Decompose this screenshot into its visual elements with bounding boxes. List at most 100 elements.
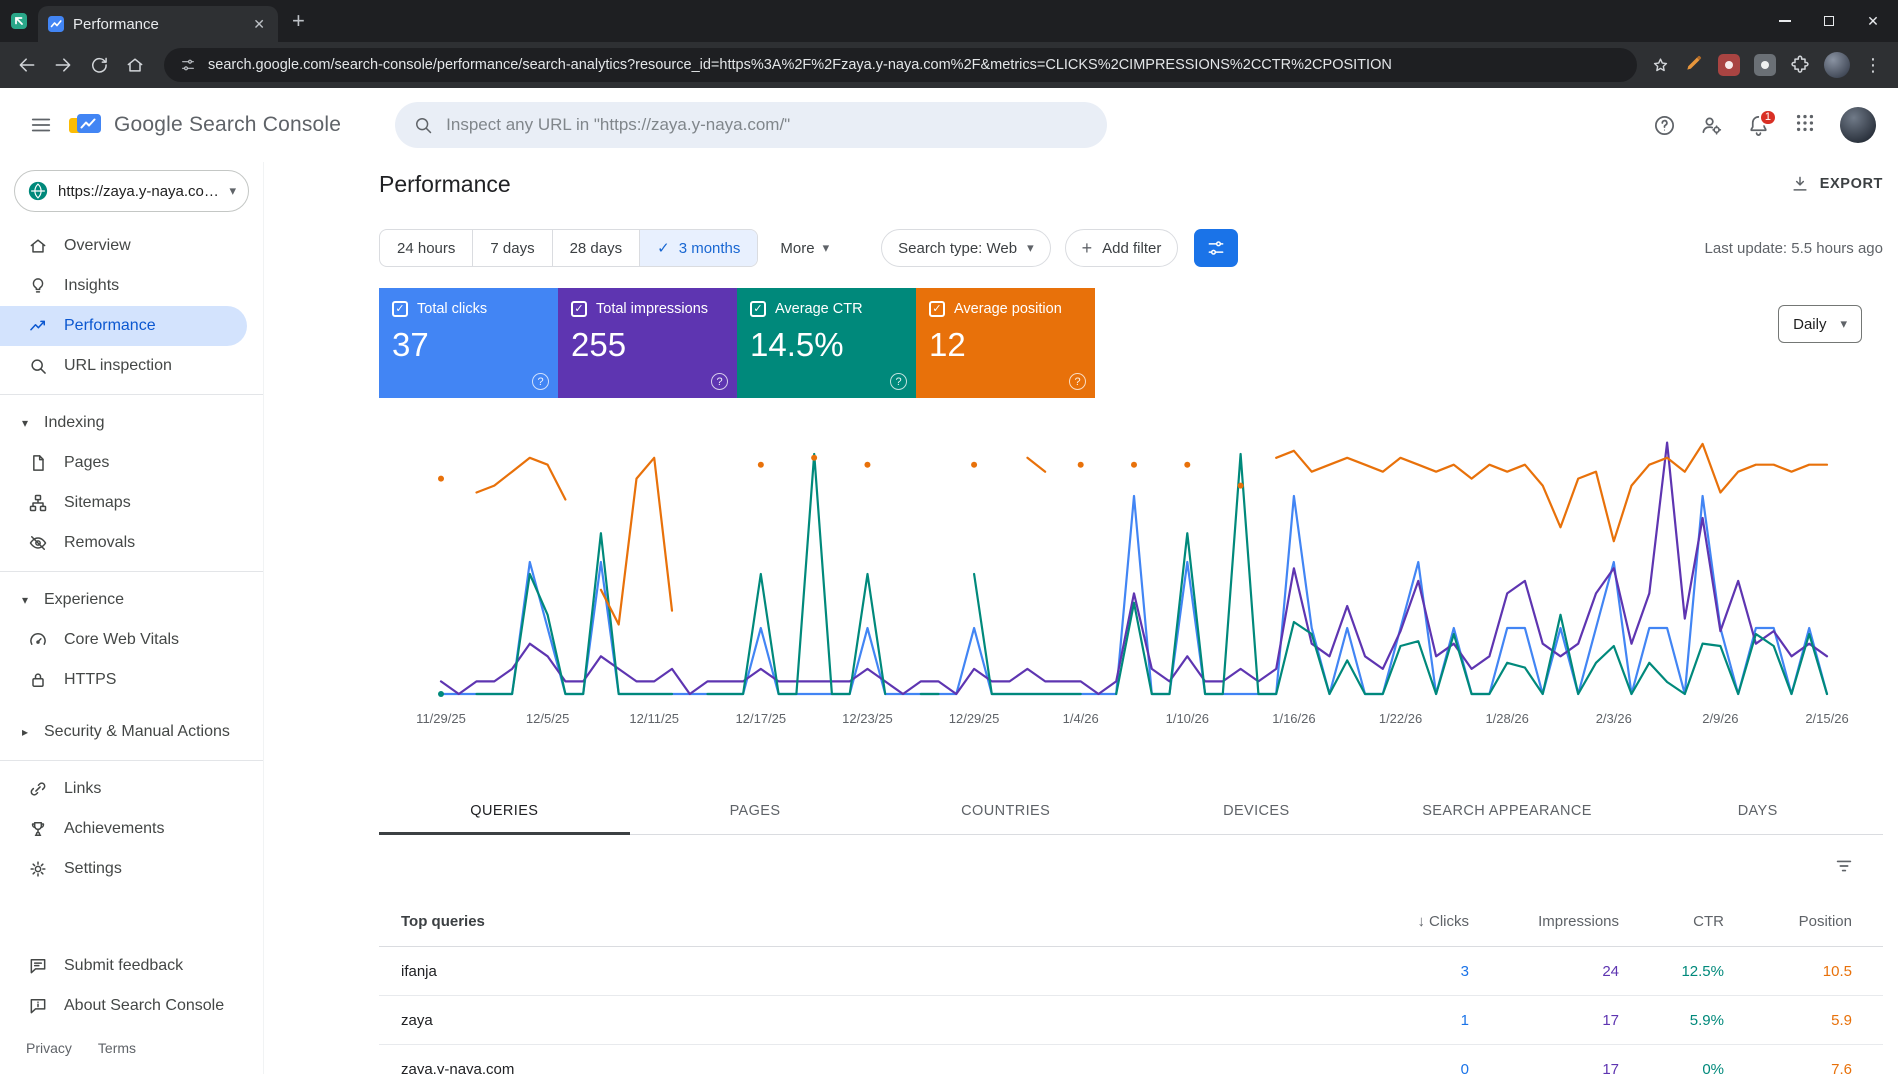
chart-point <box>971 461 978 468</box>
notifications-bell-icon[interactable]: 1 <box>1747 108 1777 137</box>
help-icon[interactable] <box>1653 114 1676 137</box>
column-position[interactable]: Position <box>1724 913 1852 930</box>
browser-profile-avatar[interactable] <box>1824 52 1850 78</box>
query-cell[interactable]: ifanja <box>379 963 1319 980</box>
url-inspect-search[interactable] <box>395 102 1108 148</box>
compare-settings-button[interactable] <box>1194 229 1239 267</box>
privacy-link[interactable]: Privacy <box>26 1040 72 1056</box>
x-axis-label: 1/28/26 <box>1485 711 1529 726</box>
range-24-hours[interactable]: 24 hours <box>380 230 474 266</box>
column-impressions[interactable]: Impressions <box>1469 913 1619 930</box>
query-cell[interactable]: zaya <box>379 1012 1319 1029</box>
card-average-position[interactable]: ✓ Average position 12 ? <box>916 288 1095 398</box>
home-icon[interactable] <box>120 50 150 80</box>
sidebar-item-submit-feedback[interactable]: Submit feedback <box>0 946 247 986</box>
card-total-clicks[interactable]: ✓ Total clicks 37 ? <box>379 288 558 398</box>
back-icon[interactable] <box>12 50 42 80</box>
browser-menu-icon[interactable]: ⋮ <box>1864 55 1882 76</box>
filter-chips-row: 24 hours 7 days 28 days ✓ 3 months More … <box>379 228 1883 268</box>
sidebar-item-https[interactable]: HTTPS <box>0 660 247 700</box>
tab-search-appearance[interactable]: SEARCH APPEARANCE <box>1382 788 1633 834</box>
close-window-icon[interactable]: ✕ <box>1866 13 1880 29</box>
tab-pages[interactable]: PAGES <box>630 788 881 834</box>
hamburger-menu-icon[interactable] <box>22 106 60 144</box>
sidebar-group-experience[interactable]: ▾ Experience <box>0 580 263 620</box>
granularity-select[interactable]: Daily ▾ <box>1778 305 1862 343</box>
account-avatar[interactable] <box>1840 107 1876 143</box>
sidebar-item-about[interactable]: About Search Console <box>0 986 247 1026</box>
extension-b-icon[interactable] <box>1754 54 1776 76</box>
checkbox-checked-icon[interactable]: ✓ <box>571 301 587 317</box>
chart-x-axis: 11/29/25 12/5/25 12/11/25 12/17/25 12/23/25 1… <box>395 707 1870 733</box>
tab-days[interactable]: DAYS <box>1632 788 1883 834</box>
checkbox-checked-icon[interactable]: ✓ <box>929 301 945 317</box>
site-info-icon[interactable] <box>180 57 196 73</box>
chart-point <box>1077 461 1084 468</box>
checkbox-checked-icon[interactable]: ✓ <box>392 301 408 317</box>
minimize-icon[interactable] <box>1778 14 1792 28</box>
extension-pencil-icon[interactable] <box>1684 53 1704 78</box>
range-more-button[interactable]: More ▾ <box>774 240 835 257</box>
column-clicks[interactable]: ↓ Clicks <box>1319 913 1470 930</box>
add-filter-chip[interactable]: + Add filter <box>1064 229 1179 267</box>
extension-a-icon[interactable] <box>1718 54 1740 76</box>
sidebar-item-core-web-vitals[interactable]: Core Web Vitals <box>0 620 247 660</box>
performance-chart[interactable] <box>395 424 1870 700</box>
sidebar-item-performance[interactable]: Performance <box>0 306 247 346</box>
sidebar-group-indexing[interactable]: ▾ Indexing <box>0 403 263 443</box>
help-icon[interactable]: ? <box>890 373 907 390</box>
trophy-icon <box>31 822 45 836</box>
sidebar-group-security[interactable]: ▸ Security & Manual Actions <box>0 712 263 752</box>
sidebar-item-url-inspection[interactable]: URL inspection <box>0 346 247 386</box>
reload-icon[interactable] <box>84 50 114 80</box>
sidebar-item-settings[interactable]: Settings <box>0 849 247 889</box>
help-icon[interactable]: ? <box>711 373 728 390</box>
sidebar-item-insights[interactable]: Insights <box>0 266 247 306</box>
table-row[interactable]: zaya 1 17 5.9% 5.9 <box>379 996 1883 1045</box>
range-28-days[interactable]: 28 days <box>553 230 641 266</box>
extensions-puzzle-icon[interactable] <box>1790 55 1810 75</box>
card-total-impressions[interactable]: ✓ Total impressions 255 ? <box>558 288 737 398</box>
bookmark-star-icon[interactable] <box>1651 56 1670 75</box>
table-row[interactable]: ifanja 3 24 12.5% 10.5 <box>379 947 1883 996</box>
help-icon[interactable]: ? <box>532 373 549 390</box>
table-row[interactable]: zaya.y-naya.com 0 17 0% 7.6 <box>379 1045 1883 1074</box>
terms-link[interactable]: Terms <box>98 1040 136 1056</box>
browser-tab[interactable]: Performance ✕ <box>38 6 278 42</box>
query-cell[interactable]: zaya.y-naya.com <box>379 1061 1319 1074</box>
search-input[interactable] <box>446 115 1090 135</box>
column-top-queries[interactable]: Top queries <box>379 913 1319 930</box>
help-icon[interactable]: ? <box>1069 373 1086 390</box>
maximize-icon[interactable] <box>1822 14 1836 28</box>
apps-grid-icon[interactable] <box>1794 112 1816 139</box>
property-selector[interactable]: https://zaya.y-naya.com/ ▾ <box>14 170 249 212</box>
sidebar-item-removals[interactable]: Removals <box>0 523 247 563</box>
sidebar-item-pages[interactable]: Pages <box>0 443 247 483</box>
column-ctr[interactable]: CTR <box>1619 913 1724 930</box>
user-settings-icon[interactable] <box>1700 114 1723 137</box>
export-button[interactable]: EXPORT <box>1790 174 1883 194</box>
sidebar-divider <box>0 571 263 572</box>
checkbox-checked-icon[interactable]: ✓ <box>750 301 766 317</box>
eye-off-icon <box>29 536 47 550</box>
new-tab-button[interactable]: + <box>292 10 305 32</box>
gsc-logo[interactable]: Google Search Console <box>68 112 341 138</box>
address-bar[interactable]: search.google.com/search-console/perform… <box>164 48 1637 82</box>
table-filter-icon[interactable] <box>1833 855 1855 877</box>
sidebar-item-links[interactable]: Links <box>0 769 247 809</box>
search-type-chip[interactable]: Search type: Web ▾ <box>881 229 1051 267</box>
forward-icon[interactable] <box>48 50 78 80</box>
sidebar-item-achievements[interactable]: Achievements <box>0 809 247 849</box>
tab-close-icon[interactable]: ✕ <box>250 16 268 33</box>
tab-devices[interactable]: DEVICES <box>1131 788 1382 834</box>
tab-countries[interactable]: COUNTRIES <box>880 788 1131 834</box>
sidebar-item-sitemaps[interactable]: Sitemaps <box>0 483 247 523</box>
range-7-days[interactable]: 7 days <box>473 230 553 266</box>
tab-strip-app-icon[interactable] <box>10 12 28 30</box>
impressions-cell: 24 <box>1602 962 1619 980</box>
chart-series-average-position <box>1026 456 1047 473</box>
card-average-ctr[interactable]: ✓ Average CTR 14.5% ? <box>737 288 916 398</box>
range-3-months[interactable]: ✓ 3 months <box>640 230 758 266</box>
tab-queries[interactable]: QUERIES <box>379 788 630 835</box>
sidebar-item-overview[interactable]: Overview <box>0 226 247 266</box>
